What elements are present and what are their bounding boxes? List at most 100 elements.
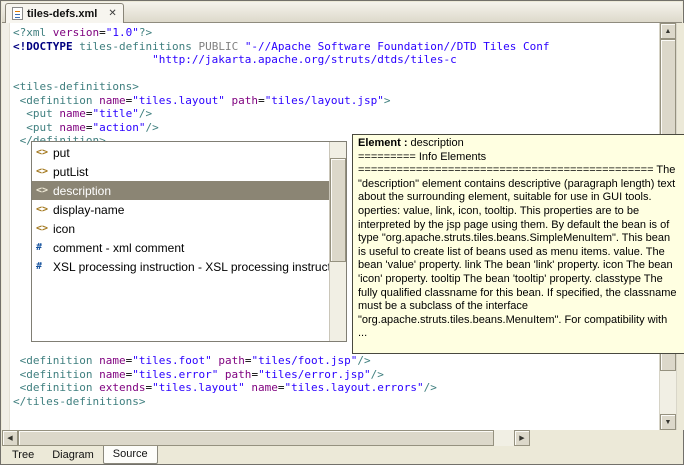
code-token: = — [277, 381, 285, 394]
scroll-right-icon[interactable]: ▶ — [514, 430, 530, 446]
code-token: <put — [13, 107, 60, 120]
code-token: <definition — [13, 354, 100, 367]
code-line: <definition name="tiles.layout" path="ti… — [13, 94, 658, 108]
completion-item-label: comment - xml comment — [53, 240, 185, 255]
element-proposal-icon: <> — [36, 185, 49, 196]
doc-body-text: ========================================… — [358, 164, 677, 326]
element-proposal-icon: <> — [36, 223, 49, 234]
code-token: <tiles-definitions> — [13, 80, 139, 93]
code-token: tiles-definitions — [79, 39, 199, 53]
code-token: name — [99, 367, 126, 381]
completion-item-display-name[interactable]: <> display-name — [32, 200, 329, 219]
code-line: <put name="action"/> — [13, 121, 658, 135]
code-line: <definition name="tiles.foot" path="tile… — [13, 354, 658, 368]
completion-item-put[interactable]: <> put — [32, 143, 329, 162]
code-token: "tiles.layout.errors" — [284, 381, 424, 394]
bottom-tab-bar: Tree Diagram Source — [3, 446, 158, 464]
completion-item-putlist[interactable]: <> putList — [32, 162, 329, 181]
code-token: PUBLIC — [198, 39, 245, 53]
code-token: name — [244, 381, 278, 394]
doc-tooltip-title: Element : description — [358, 137, 679, 151]
template-proposal-icon: # — [36, 242, 43, 253]
code-token: > — [383, 93, 391, 107]
completion-item-description[interactable]: <> description — [32, 181, 329, 200]
code-token: /> — [423, 381, 437, 394]
tab-tree[interactable]: Tree — [3, 446, 43, 464]
code-area-top[interactable]: <?xml version="1.0"?> <!DOCTYPE tiles-def… — [13, 26, 658, 148]
code-token: /> — [357, 354, 371, 367]
code-token: path — [211, 354, 245, 367]
code-token: <definition — [13, 367, 100, 381]
code-line: <put name="title"/> — [13, 107, 658, 121]
code-line: </tiles-definitions> — [13, 395, 658, 409]
completion-item-label: putList — [53, 164, 89, 179]
code-token: "tiles.error" — [132, 367, 219, 381]
doc-title-label: Element : — [358, 137, 408, 149]
code-token: <!DOCTYPE — [13, 39, 80, 53]
editor-window: tiles-defs.xml ✕ <?xml version="1.0"?> <!… — [0, 0, 684, 465]
code-line: <?xml version="1.0"?> — [13, 26, 658, 40]
completion-item-xsl[interactable]: # XSL processing instruction - XSL proces… — [32, 257, 329, 276]
code-token: ?> — [138, 26, 153, 39]
code-token: "action" — [92, 120, 146, 134]
code-token: name — [99, 93, 126, 107]
code-token: "tiles.layout" — [132, 93, 225, 107]
code-token: path — [218, 367, 252, 381]
doc-tooltip: Element : description ========= Info Elem… — [352, 134, 684, 354]
scroll-up-icon[interactable]: ▲ — [660, 23, 676, 39]
completion-item-icon[interactable]: <> icon — [32, 219, 329, 238]
code-area-bottom[interactable]: <definition name="tiles.foot" path="tile… — [13, 354, 658, 408]
annotation-ruler — [2, 23, 10, 430]
code-token: "tiles/foot.jsp" — [251, 354, 358, 367]
code-token: <put — [13, 120, 60, 134]
template-proposal-icon: # — [36, 261, 43, 272]
horizontal-scroll-thumb[interactable] — [18, 430, 494, 446]
completion-list[interactable]: <> put <> putList <> description <> display-nam… — [32, 143, 329, 341]
code-token: "http://jakarta.apache.org/struts/dtds/t… — [152, 53, 457, 66]
code-token: extends — [99, 381, 146, 394]
tab-source[interactable]: Source — [102, 446, 158, 464]
completion-item-comment[interactable]: # comment - xml comment — [32, 238, 329, 257]
scroll-left-icon[interactable]: ◀ — [2, 430, 18, 446]
code-line: "http://jakarta.apache.org/struts/dtds/t… — [13, 53, 658, 67]
content-assist-popup: <> put <> putList <> description <> display-nam… — [31, 141, 347, 342]
code-token: version — [52, 26, 100, 39]
tab-diagram[interactable]: Diagram — [43, 446, 103, 464]
code-token: /> — [145, 120, 159, 134]
tab-close-icon[interactable]: ✕ — [108, 8, 116, 19]
code-token: path — [224, 93, 259, 107]
popup-scroll-thumb[interactable] — [330, 158, 346, 262]
popup-scrollbar[interactable] — [329, 142, 346, 341]
editor-tab-title: tiles-defs.xml — [27, 7, 98, 20]
code-token: name — [59, 120, 86, 134]
code-token: name — [59, 107, 86, 120]
code-token: "title" — [92, 107, 139, 120]
code-token: <definition — [13, 381, 100, 394]
code-token: "1.0" — [105, 26, 139, 39]
doc-info-line: ========= Info Elements — [358, 150, 487, 163]
code-token: "tiles.layout" — [152, 381, 245, 394]
code-token: "tiles/layout.jsp" — [264, 93, 384, 107]
code-line: <definition name="tiles.error" path="til… — [13, 368, 658, 382]
code-token: "tiles.foot" — [132, 354, 212, 367]
code-token: "-//Apache Software Foundation//DTD Tile… — [244, 39, 550, 53]
editor-tab[interactable]: tiles-defs.xml ✕ — [5, 3, 124, 23]
code-token: /> — [370, 367, 384, 381]
code-line: <definition extends="tiles.layout" name=… — [13, 381, 658, 395]
code-token: <definition — [13, 93, 100, 107]
code-token: <?xml — [13, 26, 53, 39]
editor-tab-bar: tiles-defs.xml ✕ — [2, 2, 682, 23]
completion-item-label: display-name — [53, 202, 125, 217]
doc-truncation: ... — [358, 327, 368, 340]
completion-item-label: put — [53, 145, 70, 160]
scroll-down-icon[interactable]: ▼ — [660, 414, 676, 430]
element-proposal-icon: <> — [36, 166, 49, 177]
horizontal-scrollbar[interactable]: ◀ ▶ — [2, 430, 530, 446]
completion-item-label: description — [53, 183, 112, 198]
code-token: /> — [138, 107, 153, 120]
completion-item-label: icon — [53, 221, 76, 236]
code-token: </tiles-definitions> — [13, 394, 146, 408]
code-line: <tiles-definitions> — [13, 80, 658, 94]
